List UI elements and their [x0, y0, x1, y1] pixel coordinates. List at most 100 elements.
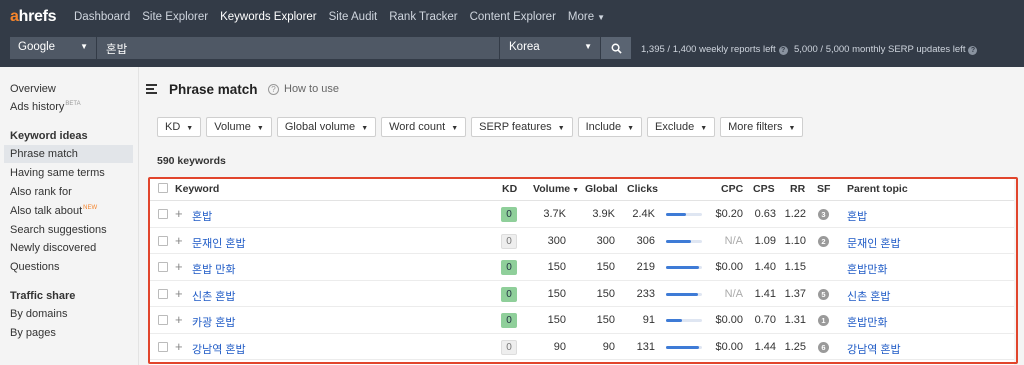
keyword-link[interactable]: 카광 혼밥 — [192, 314, 236, 330]
filter-more-filters[interactable]: More filters ▼ — [720, 117, 804, 137]
rr-value: 1.37 — [784, 287, 806, 300]
col-parent-topic[interactable]: Parent topic — [847, 183, 908, 195]
serp-features-badge[interactable]: 5 — [818, 288, 829, 300]
sidebar-item-by-domains[interactable]: By domains — [10, 308, 67, 320]
table-row[interactable]: + 혼밥 0 3.7K 3.9K 2.4K $0.20 0.63 1.22 3 혼밥 — [149, 201, 1014, 228]
col-sf[interactable]: SF — [817, 183, 830, 195]
parent-topic-link[interactable]: 혼밥만화 — [847, 261, 887, 277]
kd-badge: 0 — [501, 286, 517, 302]
filter-serp-features[interactable]: SERP features ▼ — [471, 117, 573, 137]
col-keyword[interactable]: Keyword — [175, 183, 219, 195]
table-row[interactable]: + 신촌 혼밥 0 150 150 233 N/A 1.41 1.37 5 신촌 혼밥 — [149, 281, 1014, 307]
search-engine-select[interactable]: Google ▼ — [10, 37, 96, 59]
nav-rank-tracker[interactable]: Rank Tracker — [389, 11, 457, 23]
sidebar-item-also-talk-about[interactable]: Also talk aboutNEW — [10, 205, 97, 217]
keyword-link[interactable]: 혼밥 — [192, 208, 212, 224]
parent-topic-link[interactable]: 혼밥 — [847, 208, 867, 224]
parent-topic-link[interactable]: 혼밥만화 — [847, 314, 887, 330]
add-to-list-icon[interactable]: + — [175, 287, 183, 300]
sidebar-item-ads-history[interactable]: Ads historyBETA — [10, 101, 81, 113]
filter-include[interactable]: Include ▼ — [577, 117, 643, 137]
menu-icon[interactable] — [146, 84, 157, 97]
keyword-link[interactable]: 문재인 혼밥 — [192, 235, 246, 251]
clicks-bar-fill — [666, 292, 699, 296]
keyword-link[interactable]: 강남역 혼밥 — [192, 341, 246, 357]
add-to-list-icon[interactable]: + — [175, 234, 183, 247]
parent-topic-link[interactable]: 신촌 혼밥 — [847, 288, 891, 304]
global-volume-value: 90 — [602, 340, 615, 353]
how-to-use-link[interactable]: ? How to use — [268, 83, 339, 95]
search-button[interactable] — [601, 37, 631, 59]
ahrefs-logo[interactable]: ahrefs — [0, 8, 74, 26]
row-checkbox[interactable] — [158, 288, 168, 299]
filter-exclude[interactable]: Exclude ▼ — [647, 117, 716, 137]
add-to-list-icon[interactable]: + — [175, 260, 183, 273]
nav-dashboard[interactable]: Dashboard — [74, 11, 130, 23]
row-checkbox[interactable] — [158, 341, 168, 352]
table-row[interactable]: + 카광 혼밥 0 150 150 91 $0.00 0.70 1.31 1 혼밥만화 — [149, 307, 1014, 334]
serp-features-badge[interactable]: 3 — [818, 209, 829, 220]
filter-volume[interactable]: Volume ▼ — [206, 117, 272, 137]
cps-value: 1.41 — [754, 287, 776, 300]
row-checkbox[interactable] — [158, 315, 168, 325]
table-row[interactable]: + 문재인 혼밥 0 300 300 306 N/A 1.09 1.10 2 문재인 혼밥 — [149, 228, 1014, 254]
col-rr[interactable]: RR — [790, 183, 805, 195]
keyword-link[interactable]: 신촌 혼밥 — [192, 288, 236, 304]
serp-features-badge[interactable]: 2 — [818, 235, 829, 247]
beta-badge: BETA — [65, 101, 81, 108]
table-row[interactable]: + 혼밥 만화 0 150 150 219 $0.00 1.40 1.15 혼밥만화 — [149, 254, 1014, 281]
nav-site-audit[interactable]: Site Audit — [329, 11, 378, 23]
nav-more[interactable]: More ▼ — [568, 11, 605, 23]
cps-value: 1.40 — [754, 261, 776, 273]
keywords-table: Keyword KD Volume ▼ Global Clicks CPC CPS… — [149, 177, 1014, 365]
country-select[interactable]: Korea ▼ — [500, 37, 600, 59]
col-kd[interactable]: KD — [502, 183, 517, 195]
cpc-value: $0.20 — [715, 208, 743, 220]
parent-topic-link[interactable]: 강남역 혼밥 — [847, 341, 901, 357]
filter-kd[interactable]: KD ▼ — [157, 117, 202, 137]
clicks-bar — [666, 239, 702, 243]
volume-value: 90 — [553, 340, 566, 353]
filter-global-volume[interactable]: Global volume ▼ — [276, 117, 377, 137]
sidebar-item-newly-discovered[interactable]: Newly discovered — [10, 242, 96, 254]
filter-word-count[interactable]: Word count ▼ — [381, 117, 467, 137]
select-all-checkbox[interactable] — [158, 183, 168, 193]
nav-keywords-explorer[interactable]: Keywords Explorer — [220, 11, 317, 23]
row-checkbox[interactable] — [158, 235, 168, 246]
sidebar-item-by-pages[interactable]: By pages — [10, 327, 56, 339]
col-cpc[interactable]: CPC — [721, 183, 743, 195]
keyword-link[interactable]: 혼밥 만화 — [192, 261, 236, 277]
serp-features-badge[interactable]: 1 — [818, 315, 829, 326]
clicks-bar — [666, 266, 702, 269]
table-row[interactable]: + 강남역 혼밥 0 90 90 131 $0.00 1.44 1.25 6 강남역 혼밥 — [149, 334, 1014, 360]
sidebar-item-having-same-terms[interactable]: Having same terms — [10, 167, 105, 179]
col-clicks[interactable]: Clicks — [627, 183, 658, 195]
cpc-value: $0.00 — [715, 261, 743, 273]
keyword-input[interactable]: 혼밥 — [97, 37, 499, 59]
sidebar-item-overview[interactable]: Overview — [10, 83, 56, 95]
sidebar-item-also-rank-for[interactable]: Also rank for — [10, 186, 72, 198]
help-icon[interactable]: ? — [968, 46, 978, 55]
nav-site-explorer[interactable]: Site Explorer — [142, 11, 208, 23]
sidebar-item-search-suggestions[interactable]: Search suggestions — [10, 224, 107, 236]
caret-down-icon: ▼ — [256, 125, 264, 132]
row-checkbox[interactable] — [158, 262, 168, 272]
add-to-list-icon[interactable]: + — [175, 340, 183, 353]
kd-badge: 0 — [501, 313, 517, 328]
rr-value: 1.31 — [784, 314, 806, 326]
col-volume[interactable]: Volume ▼ — [533, 183, 579, 195]
col-cps[interactable]: CPS — [753, 183, 775, 195]
parent-topic-link[interactable]: 문재인 혼밥 — [847, 235, 901, 251]
help-icon[interactable]: ? — [778, 46, 788, 55]
nav-content-explorer[interactable]: Content Explorer — [470, 11, 556, 23]
col-global[interactable]: Global — [585, 183, 618, 195]
row-checkbox[interactable] — [158, 209, 168, 219]
caret-down-icon: ▼ — [557, 125, 565, 132]
serp-features-badge[interactable]: 6 — [818, 341, 829, 353]
sidebar-item-phrase-match[interactable]: Phrase match — [10, 148, 78, 160]
add-to-list-icon[interactable]: + — [175, 207, 183, 220]
sidebar-item-questions[interactable]: Questions — [10, 261, 60, 273]
page-title: Phrase match — [169, 82, 258, 97]
kd-badge: 0 — [501, 207, 517, 222]
add-to-list-icon[interactable]: + — [175, 313, 183, 326]
